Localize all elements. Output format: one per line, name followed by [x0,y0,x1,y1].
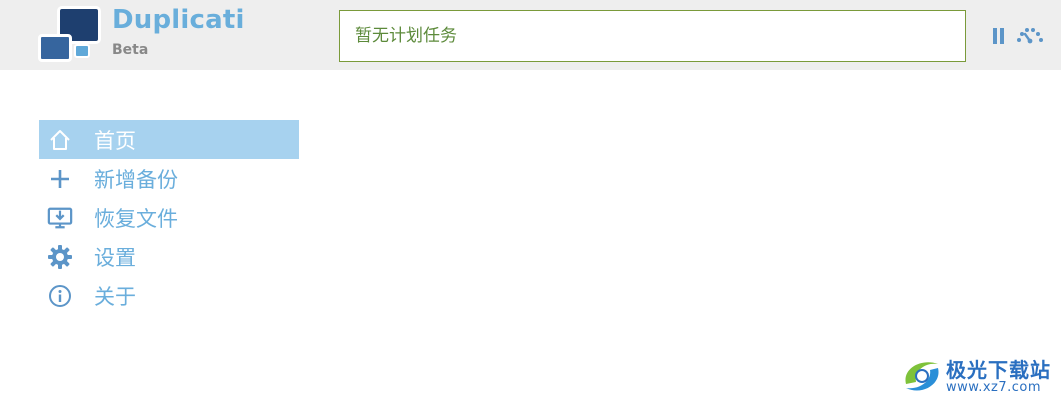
menu-item-label: 设置 [94,245,136,270]
info-icon [47,283,73,309]
watermark: 极光下载站 www.xz7.com [900,352,1056,400]
menu-item-label: 关于 [94,284,136,309]
status-text: 暂无计划任务 [355,26,457,46]
menu-item-about[interactable]: 关于 [39,276,299,315]
home-icon [47,127,73,153]
menu-item-label: 新增备份 [94,167,178,192]
app-name: Duplicati [112,5,245,35]
menu-item-label: 恢复文件 [94,206,178,231]
pause-icon [993,28,997,44]
main-menu: 首页 新增备份 恢复文件 设置 关于 [39,120,299,315]
watermark-logo-icon [905,362,939,391]
menu-item-add-backup[interactable]: 新增备份 [39,159,299,198]
menu-item-restore[interactable]: 恢复文件 [39,198,299,237]
watermark-title: 极光下载站 [946,358,1051,382]
menu-item-label: 首页 [94,128,136,153]
pause-button[interactable] [992,28,1006,44]
watermark-url: www.xz7.com [946,380,1042,395]
gear-icon [47,244,73,270]
throttle-button[interactable] [1015,26,1045,44]
restore-monitor-icon [47,205,73,231]
logo-square-small [38,34,72,62]
duplicati-logo[interactable] [38,6,104,64]
app-tag: Beta [112,42,149,58]
speed-gauge-icon [1017,28,1043,44]
menu-item-home[interactable]: 首页 [39,120,299,159]
plus-icon [47,166,73,192]
top-header: Duplicati Beta 暂无计划任务 [0,0,1061,70]
menu-item-settings[interactable]: 设置 [39,237,299,276]
pause-icon-bar [1000,28,1004,44]
logo-square-tiny [74,44,90,58]
status-bar[interactable]: 暂无计划任务 [339,10,966,62]
